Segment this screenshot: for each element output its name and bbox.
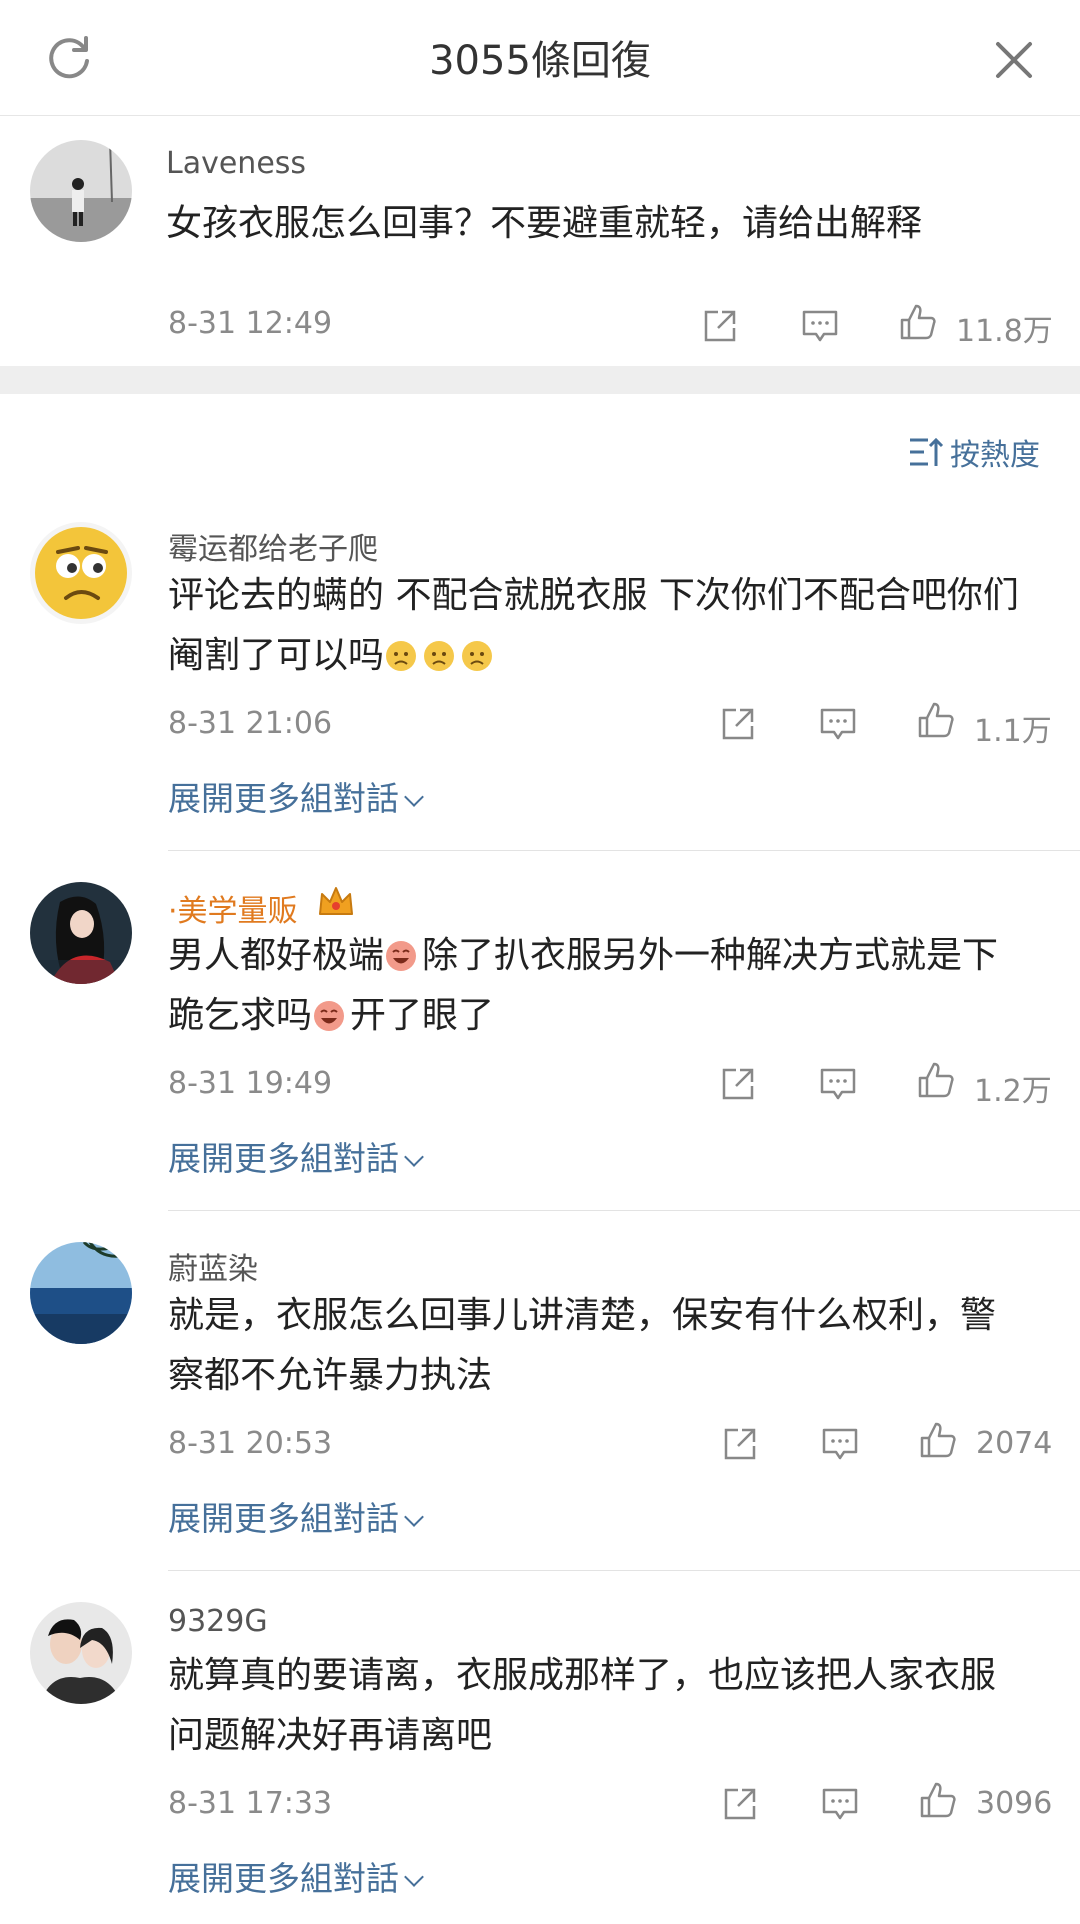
comment-icon[interactable] [800,306,840,346]
like-icon[interactable] [898,302,938,342]
expand-label: 展開更多組對話 [168,1139,399,1178]
sad-face-emoji-icon [462,641,493,671]
reply-text-line: 阉割了可以吗 [168,626,1019,686]
reply-time: 8-31 19:49 [168,1066,333,1101]
share-icon[interactable] [720,1784,760,1824]
chevron-down-icon [404,1507,424,1527]
close-icon[interactable] [990,36,1038,84]
reply-text-segment: 除了扒衣服另外一种解决方式就是下 [422,935,999,976]
comment-icon[interactable] [820,1424,860,1464]
reply-text-line: 察都不允许暴力执法 [168,1355,493,1396]
like-count: 2074 [976,1426,1053,1461]
sad-face-emoji-icon [424,641,455,671]
expand-more-link[interactable]: 展開更多組對話 [168,1132,424,1180]
avatar[interactable] [30,1602,132,1704]
reply-time: 8-31 17:33 [168,1786,333,1821]
like-icon[interactable] [918,1420,958,1460]
expand-label: 展開更多組對話 [168,779,399,818]
reply-time: 8-31 20:53 [168,1426,333,1461]
header: 3055條回復 [0,0,1080,116]
reply-text-line: 就算真的要请离，衣服成那样了，也应该把人家衣服 [168,1655,997,1696]
chevron-down-icon [404,1867,424,1887]
divider [168,850,1080,851]
reply-text-line: 评论去的螨的 不配合就脱衣服 下次你们不配合吧你们 [168,575,1019,616]
share-icon[interactable] [718,1064,758,1104]
section-divider [0,366,1080,394]
sad-face-emoji-icon [386,641,417,671]
expand-label: 展開更多組對話 [168,1859,399,1898]
divider [168,1210,1080,1211]
like-count: 1.1万 [974,714,1052,749]
reply-text-line: 跪乞求吗 开了眼了 [168,986,998,1046]
comment-text: 女孩衣服怎么回事？不要避重就轻，请给出解释 [166,203,923,244]
reply-text-segment: 开了眼了 [350,995,495,1036]
avatar[interactable] [30,882,132,984]
avatar[interactable] [30,140,132,242]
reply-text-line: 问题解决好再请离吧 [168,1715,493,1756]
comment-icon[interactable] [818,1064,858,1104]
username-vip[interactable]: ·美学量贩 [168,886,298,930]
laughing-emoji-icon [386,941,417,971]
reply-text: 男人都好极端 除了扒衣服另外一种解决方式就是下 跪乞求吗 开了眼了 [168,926,998,1046]
reply-text-line: 男人都好极端 除了扒衣服另外一种解决方式就是下 [168,926,998,986]
like-count: 11.8万 [956,314,1053,349]
like-count: 1.2万 [974,1074,1052,1109]
comment-time: 8-31 12:49 [168,306,333,341]
share-icon[interactable] [700,306,740,346]
like-icon[interactable] [916,700,956,740]
sort-label: 按熱度 [950,438,1040,473]
username[interactable]: 霉运都给老子爬 [168,524,378,568]
laughing-emoji-icon [314,1001,345,1031]
chevron-down-icon [404,787,424,807]
divider [168,1570,1080,1571]
reply-text: 就算真的要请离，衣服成那样了，也应该把人家衣服 问题解决好再请离吧 [168,1646,996,1766]
main-comment: Laveness 女孩衣服怎么回事？不要避重就轻，请给出解释 8-31 12:4… [0,116,1080,366]
reply-text-line: 就是，衣服怎么回事儿讲清楚，保安有什么权利，警 [168,1295,997,1336]
expand-more-link[interactable]: 展開更多組對話 [168,1492,424,1540]
chevron-down-icon [404,1147,424,1167]
reply-text-segment: 男人都好极端 [168,935,385,976]
crown-badge-icon [319,887,353,915]
share-icon[interactable] [720,1424,760,1464]
page-title: 3055條回復 [429,38,651,84]
comment-icon[interactable] [818,704,858,744]
comment-icon[interactable] [820,1784,860,1824]
reply-text: 评论去的螨的 不配合就脱衣服 下次你们不配合吧你们 阉割了可以吗 [168,566,1019,686]
avatar[interactable] [30,522,132,624]
username[interactable]: 9329G [168,1604,268,1639]
reply-time: 8-31 21:06 [168,706,333,741]
like-icon[interactable] [918,1780,958,1820]
username[interactable]: Laveness [166,146,306,181]
share-icon[interactable] [718,704,758,744]
expand-label: 展開更多組對話 [168,1499,399,1538]
username[interactable]: 蔚蓝染 [168,1244,258,1288]
like-icon[interactable] [916,1060,956,1100]
expand-more-link[interactable]: 展開更多組對話 [168,772,424,820]
reply-text-segment: 阉割了可以吗 [168,635,385,676]
avatar[interactable] [30,1242,132,1344]
sort-button[interactable]: 按熱度 [908,432,1040,473]
expand-more-link[interactable]: 展開更多組對話 [168,1852,424,1900]
reply-text-segment: 跪乞求吗 [168,995,313,1036]
reply-text: 就是，衣服怎么回事儿讲清楚，保安有什么权利，警 察都不允许暴力执法 [168,1286,996,1406]
sort-icon [910,437,944,466]
like-count: 3096 [976,1786,1053,1821]
